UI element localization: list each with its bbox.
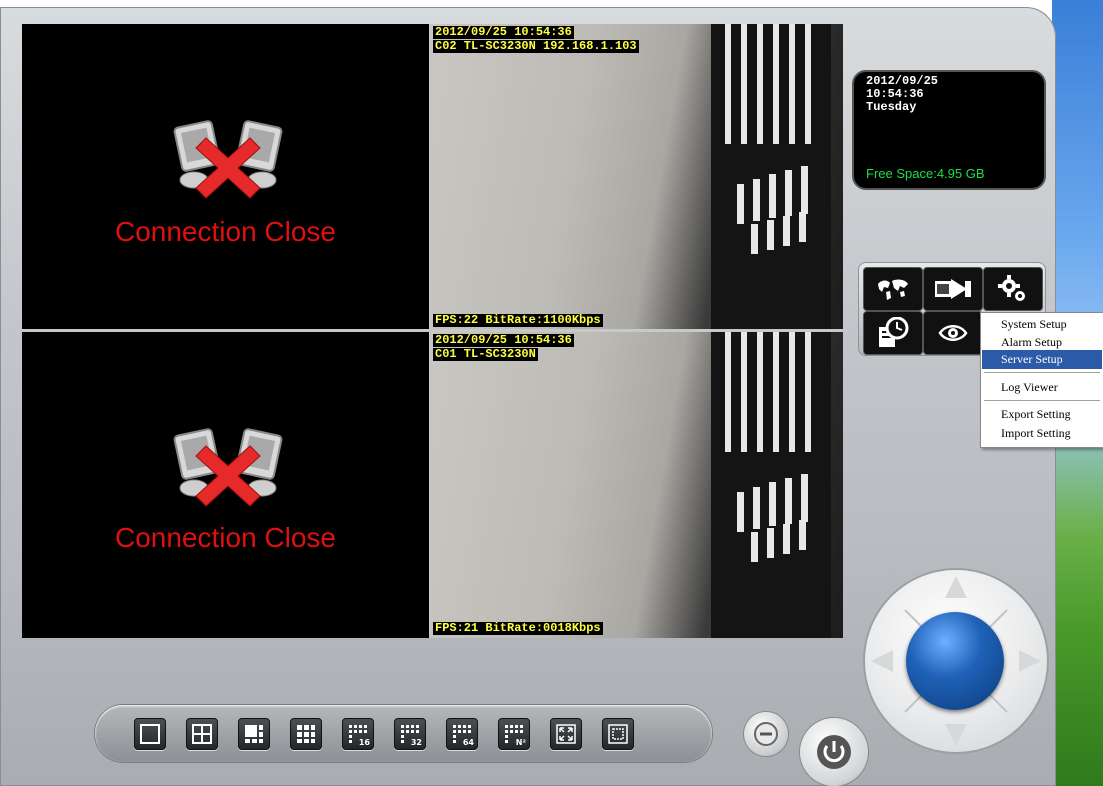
layout-sixteen-button[interactable]: 16: [342, 718, 374, 750]
video-pane-bottom-right[interactable]: 2012/09/25 10:54:36 C01 TL-SC3230N FPS:2…: [431, 332, 843, 638]
layout-single-button[interactable]: [134, 718, 166, 750]
overlay-timestamp: 2012/09/25 10:54:36: [433, 333, 574, 347]
camera-scene-stripes: [711, 332, 831, 638]
video-pane-top-right[interactable]: 2012/09/25 10:54:36 C02 TL-SC3230N 192.1…: [431, 24, 843, 329]
power-icon: [817, 735, 851, 769]
overlay-stream-stats: FPS:21 BitRate:0018Kbps: [433, 621, 603, 635]
schedule-button[interactable]: [863, 311, 923, 355]
layout-label: 64: [462, 738, 474, 747]
layout-quad-button[interactable]: [186, 718, 218, 750]
layout-nsquare-button[interactable]: N²: [498, 718, 530, 750]
overlay-camera-info: C01 TL-SC3230N: [433, 347, 538, 361]
nine-view-icon: [297, 725, 315, 743]
menu-separator: [984, 372, 1100, 373]
settings-gears-icon: [998, 275, 1025, 301]
menu-separator: [984, 400, 1100, 401]
emap-button[interactable]: [863, 267, 923, 311]
sequence-button[interactable]: [602, 718, 634, 750]
connection-status-text: Connection Close: [114, 216, 337, 247]
status-info-panel: 2012/09/25 10:54:36 Tuesday Free Space:4…: [852, 70, 1046, 190]
playback-button[interactable]: [923, 267, 983, 311]
free-space-text: Free Space:4.95 GB: [866, 166, 985, 181]
video-grid: Connection Close 2012/09/25 10:54:36 C02…: [22, 24, 843, 638]
overlay-timestamp: 2012/09/25 10:54:36: [433, 25, 574, 39]
layout-nine-button[interactable]: [290, 718, 322, 750]
connection-error-icon: [173, 120, 283, 199]
schedule-clock-icon: [879, 317, 909, 347]
layout-thirtytwo-button[interactable]: 32: [394, 718, 426, 750]
layout-label: 16: [358, 738, 370, 747]
overlay-camera-info: C02 TL-SC3230N 192.168.1.103: [433, 39, 639, 53]
menu-item-export-setting[interactable]: Export Setting: [982, 405, 1102, 424]
layout-label: 32: [410, 738, 422, 747]
menu-item-server-setup[interactable]: Server Setup: [982, 350, 1102, 369]
menu-item-log-viewer[interactable]: Log Viewer: [982, 378, 1102, 397]
minus-icon: [754, 722, 778, 746]
quad-view-icon: [192, 724, 212, 744]
fullscreen-icon: [556, 724, 576, 744]
info-weekday: Tuesday: [866, 100, 917, 114]
video-pane-top-left[interactable]: Connection Close: [22, 24, 429, 329]
ptz-joystick-knob[interactable]: [906, 612, 1004, 710]
video-pane-bottom-left[interactable]: Connection Close: [22, 332, 429, 638]
connection-status-text: Connection Close: [114, 522, 337, 553]
menu-item-system-setup[interactable]: System Setup: [982, 315, 1102, 334]
six-view-icon: [245, 725, 263, 743]
single-view-icon: [140, 724, 160, 744]
settings-button[interactable]: [983, 267, 1043, 311]
fullscreen-button[interactable]: [550, 718, 582, 750]
live-view-button[interactable]: [923, 311, 983, 355]
overlay-stream-stats: FPS:22 BitRate:1100Kbps: [433, 313, 603, 327]
layout-six-button[interactable]: [238, 718, 270, 750]
settings-context-menu: System Setup Alarm Setup Server Setup Lo…: [980, 312, 1103, 448]
layout-sixtyfour-button[interactable]: 64: [446, 718, 478, 750]
top-strip: [0, 0, 1052, 7]
connection-error-icon: [173, 428, 283, 507]
playback-icon: [935, 279, 971, 299]
power-button[interactable]: [800, 718, 868, 786]
camera-scene-stripes: [711, 24, 831, 329]
layout-label: N²: [515, 738, 526, 747]
eye-icon: [938, 325, 968, 341]
sequence-icon: [608, 724, 628, 744]
world-map-icon: [878, 279, 908, 300]
menu-item-import-setting[interactable]: Import Setting: [982, 424, 1102, 443]
zoom-out-button[interactable]: [744, 712, 788, 756]
